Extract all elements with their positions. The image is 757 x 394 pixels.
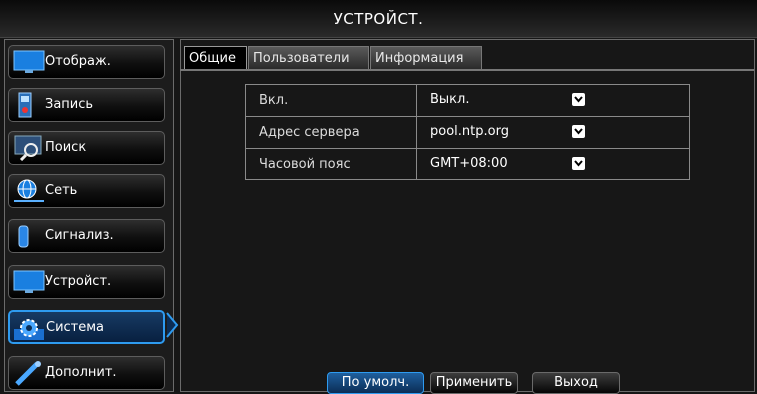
server-address-select[interactable]: pool.ntp.org bbox=[430, 121, 585, 143]
sidebar-item-display[interactable]: Отображ. bbox=[8, 45, 165, 79]
sidebar-item-label: Устройст. bbox=[45, 274, 112, 289]
wrench-icon bbox=[15, 361, 41, 386]
form-row-enable: Вкл. Выкл. bbox=[246, 85, 689, 116]
chevron-down-icon[interactable] bbox=[572, 93, 585, 106]
chevron-down-icon[interactable] bbox=[572, 125, 585, 138]
form-row-server: Адрес сервера pool.ntp.org bbox=[246, 117, 689, 148]
active-arrow-icon bbox=[166, 312, 179, 338]
form-row-timezone: Часовой пояс GMT+08:00 bbox=[246, 149, 689, 180]
enable-select[interactable]: Выкл. bbox=[430, 89, 585, 111]
sidebar-item-label: Запись bbox=[45, 97, 94, 112]
sidebar-item-alarm[interactable]: Сигнализ. bbox=[8, 219, 165, 253]
monitor-icon bbox=[13, 50, 45, 73]
window-title: УСТРОЙСТ. bbox=[0, 0, 757, 38]
default-button[interactable]: По умолч. bbox=[327, 372, 424, 394]
tab-info[interactable]: Информация bbox=[370, 46, 482, 69]
apply-button[interactable]: Применить bbox=[430, 372, 518, 394]
sidebar-item-system[interactable]: Система bbox=[8, 310, 165, 344]
enable-value: Выкл. bbox=[430, 92, 470, 107]
timezone-select[interactable]: GMT+08:00 bbox=[430, 153, 585, 175]
server-address-value: pool.ntp.org bbox=[430, 124, 509, 139]
sidebar-item-record[interactable]: Запись bbox=[8, 88, 165, 122]
network-icon bbox=[14, 179, 44, 202]
sidebar-item-label: Сеть bbox=[45, 183, 78, 198]
tab-divider bbox=[180, 69, 754, 71]
gear-icon bbox=[14, 319, 44, 340]
timezone-label: Часовой пояс bbox=[259, 157, 351, 172]
server-address-label: Адрес сервера bbox=[259, 125, 360, 140]
alarm-icon bbox=[18, 225, 29, 248]
search-icon bbox=[14, 135, 42, 161]
sidebar-item-network[interactable]: Сеть bbox=[8, 174, 165, 208]
sidebar-item-advanced[interactable]: Дополнит. bbox=[8, 356, 165, 390]
record-icon bbox=[18, 92, 32, 118]
chevron-down-icon[interactable] bbox=[572, 157, 585, 170]
sidebar-item-label: Дополнит. bbox=[45, 365, 117, 380]
sidebar-item-label: Отображ. bbox=[45, 54, 111, 69]
enable-label: Вкл. bbox=[259, 93, 289, 108]
sidebar-item-search[interactable]: Поиск bbox=[8, 131, 165, 165]
sidebar-item-device[interactable]: Устройст. bbox=[8, 265, 165, 299]
ntp-settings-table: Вкл. Выкл. Адрес сервера pool.ntp.org Ча… bbox=[245, 84, 690, 180]
timezone-value: GMT+08:00 bbox=[430, 156, 508, 171]
sidebar-item-label: Сигнализ. bbox=[45, 228, 114, 243]
device-icon bbox=[13, 270, 45, 293]
sidebar-item-label: Система bbox=[46, 320, 105, 335]
tab-general[interactable]: Общие bbox=[184, 46, 247, 69]
exit-button[interactable]: Выход bbox=[532, 372, 620, 394]
tab-users[interactable]: Пользователи bbox=[248, 46, 369, 69]
sidebar-item-label: Поиск bbox=[45, 140, 87, 155]
